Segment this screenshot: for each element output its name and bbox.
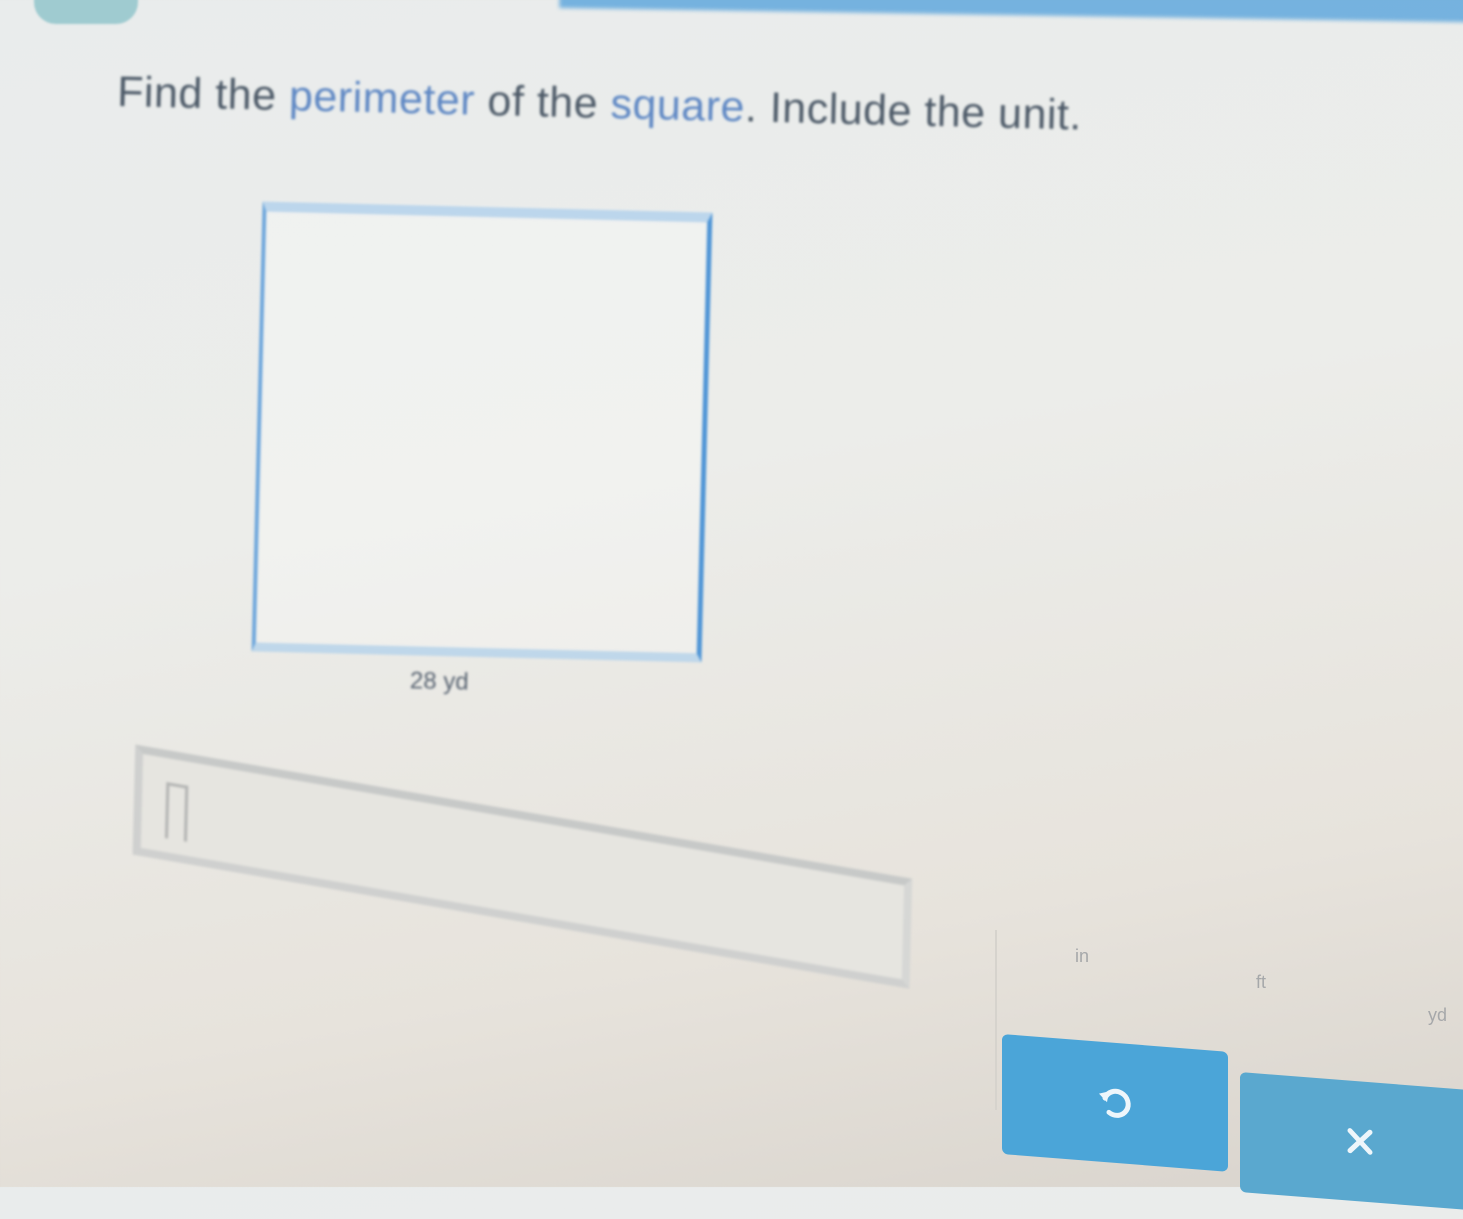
side-length-label: 28 yd: [409, 667, 469, 696]
undo-button[interactable]: [1002, 1034, 1228, 1172]
question-area: Find the perimeter of the square. Includ…: [0, 0, 1463, 1219]
question-text: Find the perimeter of the square. Includ…: [117, 68, 1083, 141]
glossary-term-perimeter[interactable]: perimeter: [288, 72, 475, 125]
glossary-term-square[interactable]: square: [610, 80, 746, 131]
clear-x-icon: [1347, 1128, 1373, 1155]
question-prefix: Find the: [116, 67, 278, 120]
unit-in-key[interactable]: in: [1075, 946, 1089, 967]
unit-panel-divider: [995, 930, 997, 1110]
question-suffix: . Include the unit.: [744, 83, 1083, 140]
unit-ft-key[interactable]: ft: [1256, 972, 1266, 993]
input-cursor: [165, 782, 189, 842]
unit-yd-key[interactable]: yd: [1428, 1005, 1447, 1026]
clear-button[interactable]: [1240, 1072, 1463, 1211]
question-middle: of the: [486, 76, 599, 128]
square-figure: [251, 201, 713, 663]
undo-icon: [1099, 1088, 1131, 1118]
screen: { "question": { "prefix": "Find the", "t…: [0, 0, 1463, 1211]
answer-input[interactable]: [132, 744, 913, 989]
